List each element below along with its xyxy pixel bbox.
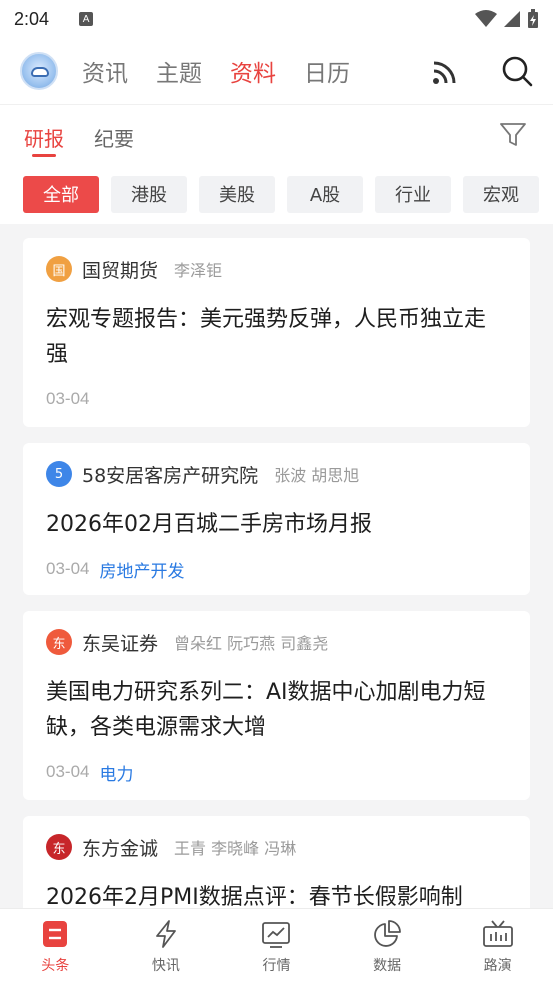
wifi-icon xyxy=(475,10,497,27)
report-feed: 国 国贸期货 李泽钜 宏观专题报告：美元强势反弹，人民币独立走强 03-04 5… xyxy=(23,238,530,952)
authors: 曾朵红 阮巧燕 司鑫尧 xyxy=(174,634,329,653)
tab-calendar[interactable]: 日历 xyxy=(304,54,350,88)
report-card[interactable]: 国 国贸期货 李泽钜 宏观专题报告：美元强势反弹，人民币独立走强 03-04 xyxy=(23,238,530,427)
bottom-tab-data[interactable]: 数据 xyxy=(332,909,443,984)
report-date: 03-04 xyxy=(46,389,90,408)
source-badge: 国 xyxy=(46,256,72,282)
source-name[interactable]: 国贸期货 xyxy=(82,256,158,283)
category-chips: 全部 港股 美股 A股 行业 宏观 xyxy=(0,164,553,224)
report-title[interactable]: 宏观专题报告：美元强势反弹，人民币独立走强 xyxy=(46,302,507,372)
source-name[interactable]: 东吴证券 xyxy=(82,629,158,656)
status-bar: 2:04 A xyxy=(0,0,553,38)
tab-materials[interactable]: 资料 xyxy=(230,54,276,88)
tab-minutes[interactable]: 纪要 xyxy=(94,105,134,165)
bottom-tab-flash[interactable]: 快讯 xyxy=(111,909,222,984)
bottom-tab-label: 数据 xyxy=(373,958,402,974)
search-icon[interactable] xyxy=(501,55,533,87)
top-nav: 资讯 主题 资料 日历 xyxy=(0,38,553,104)
report-card[interactable]: 东 东吴证券 曾朵红 阮巧燕 司鑫尧 美国电力研究系列二：AI数据中心加剧电力短… xyxy=(23,611,530,800)
source-badge: 5 xyxy=(46,461,72,487)
chip-macro[interactable]: 宏观 xyxy=(463,175,539,213)
industry-tag[interactable]: 房地产开发 xyxy=(99,557,184,582)
chip-a-shares[interactable]: A股 xyxy=(287,175,363,213)
chip-us-stocks[interactable]: 美股 xyxy=(199,175,275,213)
report-title[interactable]: 2026年02月百城二手房市场月报 xyxy=(46,507,507,542)
signal-icon xyxy=(504,11,520,27)
battery-icon xyxy=(528,9,538,28)
bottom-tab-label: 路演 xyxy=(483,958,512,974)
notification-a-icon: A xyxy=(79,12,94,26)
chart-icon xyxy=(262,922,291,948)
chip-all[interactable]: 全部 xyxy=(23,175,99,213)
status-time: 2:04 xyxy=(14,8,50,29)
source-name[interactable]: 58安居客房产研究院 xyxy=(82,461,258,488)
bottom-tab-headlines[interactable]: 头条 xyxy=(0,909,111,984)
filter-icon[interactable] xyxy=(499,121,527,149)
chip-hk-stocks[interactable]: 港股 xyxy=(111,175,187,213)
app-logo[interactable] xyxy=(20,52,58,90)
tv-icon xyxy=(482,920,513,947)
rss-icon[interactable] xyxy=(431,56,461,86)
bottom-tab-market[interactable]: 行情 xyxy=(221,909,332,984)
report-title[interactable]: 美国电力研究系列二：AI数据中心加剧电力短缺，各类电源需求大增 xyxy=(46,675,507,745)
authors: 李泽钜 xyxy=(174,261,223,280)
sub-tabs: 研报 纪要 xyxy=(0,104,553,164)
lightning-icon xyxy=(155,920,176,948)
tab-news[interactable]: 资讯 xyxy=(82,54,128,88)
source-name[interactable]: 东方金诚 xyxy=(82,834,158,861)
source-badge: 东 xyxy=(46,834,72,860)
chip-industry[interactable]: 行业 xyxy=(375,175,451,213)
main-tabs: 资讯 主题 资料 日历 xyxy=(82,54,350,88)
bottom-tab-roadshow[interactable]: 路演 xyxy=(442,909,553,984)
report-date: 03-04 xyxy=(46,559,90,578)
source-badge: 东 xyxy=(46,629,72,655)
tab-research-reports[interactable]: 研报 xyxy=(24,105,64,165)
bottom-tab-label: 快讯 xyxy=(151,958,180,974)
authors: 王青 李晓峰 冯琳 xyxy=(174,839,297,858)
bottom-tab-label: 头条 xyxy=(41,958,70,974)
pie-icon xyxy=(374,920,401,947)
headline-icon xyxy=(43,921,68,947)
report-date: 03-04 xyxy=(46,762,90,781)
industry-tag[interactable]: 电力 xyxy=(99,760,133,785)
report-card[interactable]: 5 58安居客房产研究院 张波 胡思旭 2026年02月百城二手房市场月报 03… xyxy=(23,443,530,595)
bottom-tab-bar: 头条 快讯 行情 数据 路演 xyxy=(0,908,553,984)
tab-topics[interactable]: 主题 xyxy=(156,54,202,88)
authors: 张波 胡思旭 xyxy=(274,466,360,485)
bottom-tab-label: 行情 xyxy=(262,958,291,974)
